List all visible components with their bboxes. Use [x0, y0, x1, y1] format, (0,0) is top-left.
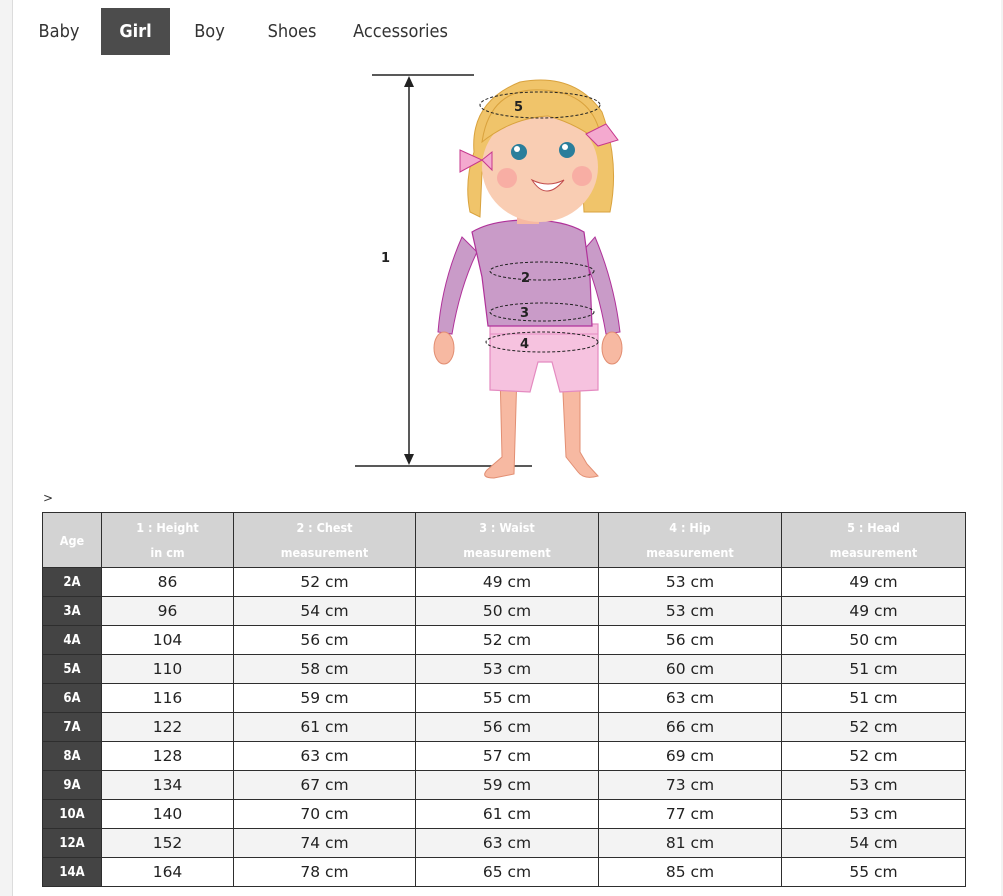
age-cell: 4A [42, 625, 102, 655]
hip-cell: 53 cm [598, 567, 782, 597]
table-row: 9A 134 67 cm 59 cm 73 cm 53 cm [42, 770, 966, 800]
chest-cell: 56 cm [233, 625, 416, 655]
table-row: 10A 140 70 cm 61 cm 77 cm 53 cm [42, 799, 966, 829]
table-row: 7A 122 61 cm 56 cm 66 cm 52 cm [42, 712, 966, 742]
chest-cell: 70 cm [233, 799, 416, 829]
waist-cell: 65 cm [415, 857, 599, 887]
age-cell: 2A [42, 567, 102, 597]
hip-cell: 66 cm [598, 712, 782, 742]
caret-text: > [43, 491, 54, 505]
table-row: 14A 164 78 cm 65 cm 85 cm 55 cm [42, 857, 966, 887]
head-cell: 53 cm [781, 799, 966, 829]
table-row: 6A 116 59 cm 55 cm 63 cm 51 cm [42, 683, 966, 713]
head-cell: 49 cm [781, 596, 966, 626]
marker-5: 5 [514, 100, 523, 115]
head-cell: 50 cm [781, 625, 966, 655]
category-tabs: Baby Girl Boy Shoes Accessories [20, 8, 463, 55]
waist-cell: 55 cm [415, 683, 599, 713]
waist-cell: 57 cm [415, 741, 599, 771]
header-chest: 2 : Chest measurement [233, 512, 416, 568]
age-cell: 9A [42, 770, 102, 800]
head-cell: 52 cm [781, 712, 966, 742]
table-header-row: Age 1 : Height in cm 2 : Chest measurement… [42, 512, 966, 568]
height-cell: 164 [101, 857, 234, 887]
hip-cell: 63 cm [598, 683, 782, 713]
marker-1: 1 [381, 251, 390, 266]
chest-cell: 67 cm [233, 770, 416, 800]
age-cell: 3A [42, 596, 102, 626]
header-age: Age [42, 512, 102, 568]
marker-2: 2 [521, 271, 530, 286]
hip-cell: 56 cm [598, 625, 782, 655]
waist-cell: 53 cm [415, 654, 599, 684]
header-hip: 4 : Hip measurement [598, 512, 782, 568]
head-cell: 49 cm [781, 567, 966, 597]
age-cell: 14A [42, 857, 102, 887]
age-cell: 5A [42, 654, 102, 684]
waist-cell: 50 cm [415, 596, 599, 626]
head-cell: 53 cm [781, 770, 966, 800]
height-cell: 152 [101, 828, 234, 858]
tab-accessories[interactable]: Accessories [338, 8, 463, 55]
header-height: 1 : Height in cm [101, 512, 234, 568]
height-cell: 122 [101, 712, 234, 742]
chest-cell: 61 cm [233, 712, 416, 742]
head-cell: 51 cm [781, 683, 966, 713]
age-cell: 7A [42, 712, 102, 742]
chest-cell: 52 cm [233, 567, 416, 597]
chest-cell: 54 cm [233, 596, 416, 626]
hip-cell: 77 cm [598, 799, 782, 829]
chest-cell: 78 cm [233, 857, 416, 887]
table-row: 5A 110 58 cm 53 cm 60 cm 51 cm [42, 654, 966, 684]
height-cell: 96 [101, 596, 234, 626]
age-cell: 10A [42, 799, 102, 829]
chest-cell: 63 cm [233, 741, 416, 771]
table-row: 2A 86 52 cm 49 cm 53 cm 49 cm [42, 567, 966, 597]
chest-cell: 74 cm [233, 828, 416, 858]
girl-figure-icon: 1 2 3 4 5 [355, 74, 623, 479]
height-cell: 134 [101, 770, 234, 800]
tab-girl[interactable]: Girl [101, 8, 170, 55]
age-cell: 6A [42, 683, 102, 713]
header-head: 5 : Head measurement [781, 512, 966, 568]
header-waist: 3 : Waist measurement [415, 512, 599, 568]
head-cell: 55 cm [781, 857, 966, 887]
height-cell: 110 [101, 654, 234, 684]
height-cell: 128 [101, 741, 234, 771]
marker-4: 4 [520, 337, 529, 352]
hip-cell: 85 cm [598, 857, 782, 887]
head-cell: 52 cm [781, 741, 966, 771]
table-row: 12A 152 74 cm 63 cm 81 cm 54 cm [42, 828, 966, 858]
age-cell: 8A [42, 741, 102, 771]
tab-shoes[interactable]: Shoes [249, 8, 335, 55]
table-row: 8A 128 63 cm 57 cm 69 cm 52 cm [42, 741, 966, 771]
tab-boy[interactable]: Boy [173, 8, 246, 55]
waist-cell: 63 cm [415, 828, 599, 858]
waist-cell: 59 cm [415, 770, 599, 800]
table-row: 4A 104 56 cm 52 cm 56 cm 50 cm [42, 625, 966, 655]
size-guide-illustration: 1 2 3 4 5 [352, 72, 654, 486]
table-row: 3A 96 54 cm 50 cm 53 cm 49 cm [42, 596, 966, 626]
chest-cell: 58 cm [233, 654, 416, 684]
tab-baby[interactable]: Baby [20, 8, 98, 55]
waist-cell: 61 cm [415, 799, 599, 829]
hip-cell: 73 cm [598, 770, 782, 800]
age-cell: 12A [42, 828, 102, 858]
size-table: Age 1 : Height in cm 2 : Chest measurement… [42, 512, 966, 887]
waist-cell: 49 cm [415, 567, 599, 597]
hip-cell: 69 cm [598, 741, 782, 771]
height-cell: 140 [101, 799, 234, 829]
hip-cell: 53 cm [598, 596, 782, 626]
waist-cell: 52 cm [415, 625, 599, 655]
head-cell: 54 cm [781, 828, 966, 858]
height-cell: 86 [101, 567, 234, 597]
hip-cell: 81 cm [598, 828, 782, 858]
waist-cell: 56 cm [415, 712, 599, 742]
chest-cell: 59 cm [233, 683, 416, 713]
height-cell: 104 [101, 625, 234, 655]
height-cell: 116 [101, 683, 234, 713]
marker-3: 3 [520, 306, 529, 321]
hip-cell: 60 cm [598, 654, 782, 684]
head-cell: 51 cm [781, 654, 966, 684]
